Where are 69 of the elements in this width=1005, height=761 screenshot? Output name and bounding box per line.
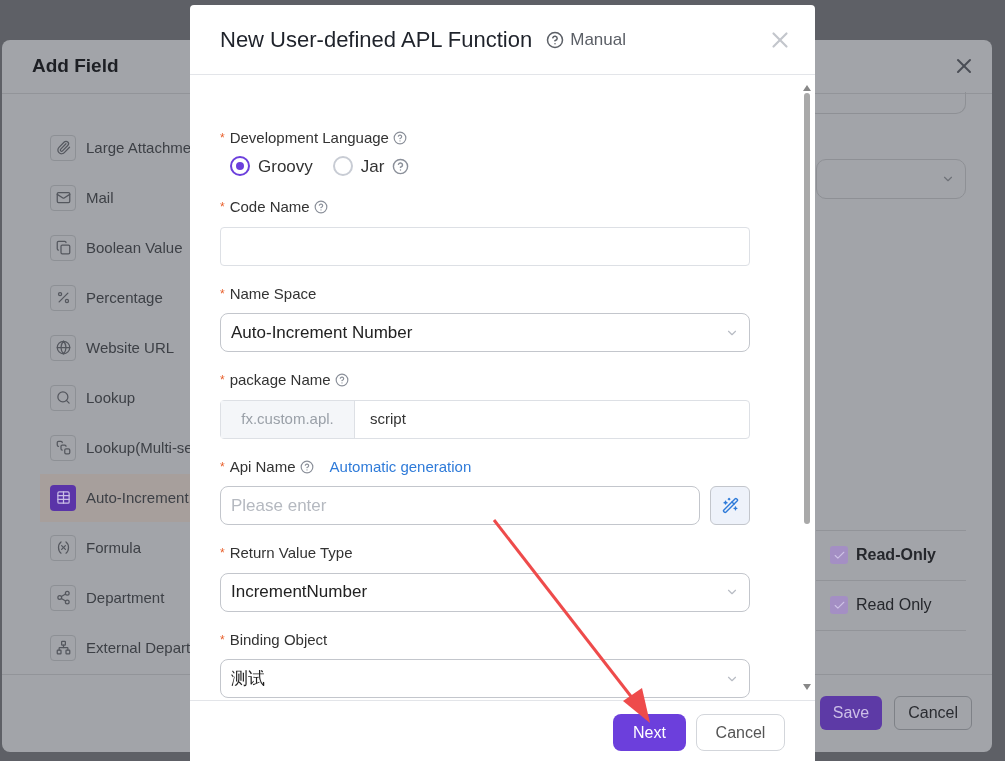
field-type-item[interactable]: Large Attachme [40,123,190,172]
network-icon [55,640,71,656]
field-type-item[interactable]: Auto-Increment [40,473,190,522]
required-mark: * [220,372,225,390]
required-mark: * [220,458,225,476]
radio-button[interactable] [230,156,250,177]
field-type-item[interactable]: Lookup [40,373,190,422]
select-field[interactable]: 测试 [220,659,750,698]
radio-label: Jar [360,155,385,178]
checkbox[interactable] [830,546,848,565]
scroll-up-icon[interactable] [803,85,811,91]
field-type-item[interactable]: Lookup(Multi-se [40,423,190,472]
package-value: script [370,408,406,429]
manual-link[interactable]: Manual [546,26,626,53]
help-icon[interactable] [313,200,328,215]
stacked-squares-icon [55,440,71,456]
squares-icon [55,240,71,256]
field-label: Binding Object [229,629,328,650]
help-icon[interactable] [392,157,410,175]
required-mark: * [220,631,225,649]
select-field[interactable]: IncrementNumber [220,572,750,612]
cancel-button[interactable]: Cancel [894,696,972,731]
help-icon [546,30,565,49]
field-type-item[interactable]: Percentage [40,273,190,322]
checkbox[interactable] [830,596,848,615]
magic-wand-icon [721,497,739,514]
select-field[interactable]: Auto-Increment Number [220,313,750,352]
help-icon[interactable] [334,373,349,388]
field-label: Development Language [229,128,389,148]
nodes-icon [55,590,71,606]
save-button[interactable]: Save [819,696,883,731]
required-mark: * [220,130,225,148]
field-type-item[interactable]: Formula [40,523,190,572]
field-type-item[interactable]: Website URL [40,323,190,372]
required-mark: * [220,285,225,303]
api-name-field[interactable]: Please enter [220,486,700,525]
scroll-down-icon[interactable] [803,684,811,690]
field-type-item[interactable]: Boolean Value [40,223,190,272]
help-icon[interactable] [392,131,407,146]
cancel-button[interactable]: Cancel [696,714,785,751]
paperclip-icon [55,140,71,156]
dialog-title: New User-defined APL Function [220,26,533,54]
next-button[interactable]: Next [613,714,686,751]
radio-label: Groovy [258,155,313,178]
checkbox-label: Read Only [856,595,932,616]
required-mark: * [220,199,225,217]
percent-icon [55,290,71,306]
field-type-item[interactable]: External Depart [40,623,190,672]
field-label: Name Space [229,283,317,304]
field-type-item[interactable]: Department [40,573,190,622]
field-label: Api Name [229,456,296,477]
checkbox-label: Read-Only [856,545,936,566]
field-label: Return Value Type [229,543,353,563]
envelope-icon [55,190,71,206]
table-icon [55,490,71,506]
field-type-item[interactable]: Mail [40,173,190,222]
field-label: Code Name [229,197,310,217]
generate-button[interactable] [710,486,750,525]
required-mark: * [220,545,225,563]
variable-icon [55,540,71,556]
package-name-field[interactable]: fx.custom.apl. script [220,399,750,439]
magnifier-icon [55,390,71,406]
globe-icon [55,340,71,356]
field-label: package Name [229,370,331,390]
code-name-field[interactable] [220,226,750,266]
package-prefix: fx.custom.apl. [221,400,355,438]
dialog-title: Add Field [32,54,119,79]
automatic-generation-link[interactable]: Automatic generation [329,455,472,478]
help-icon[interactable] [299,459,314,474]
